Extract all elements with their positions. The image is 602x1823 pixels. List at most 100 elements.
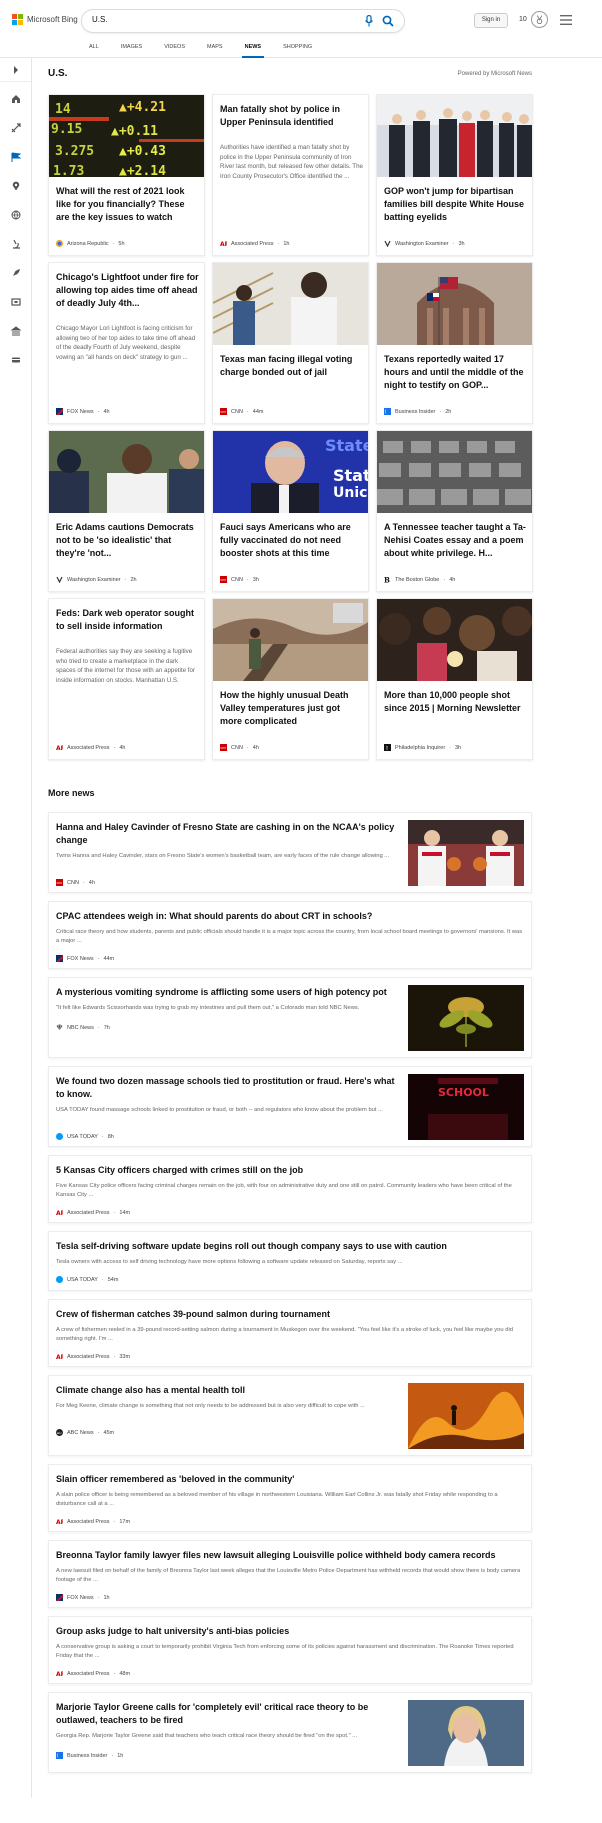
news-card[interactable]: More than 10,000 people shot since 2015 …	[376, 598, 533, 760]
item-headline[interactable]: Hanna and Haley Cavinder of Fresno State…	[56, 821, 396, 847]
abc-news-logo-icon: abc	[56, 1429, 63, 1436]
search-box[interactable]: U.S.	[82, 10, 404, 32]
news-list-item[interactable]: Crew of fisherman catches 39-pound salmo…	[48, 1299, 532, 1367]
powered-by-label[interactable]: Powered by Microsoft News	[458, 71, 532, 77]
bing-logo[interactable]: Microsoft Bing	[12, 14, 78, 25]
tab-all[interactable]: ALL	[89, 38, 99, 58]
item-headline[interactable]: 5 Kansas City officers charged with crim…	[56, 1164, 526, 1177]
location-pin-icon[interactable]	[11, 181, 21, 191]
item-source: AP Associated Press · 14m	[56, 1209, 131, 1217]
item-headline[interactable]: Breonna Taylor family lawyer files new l…	[56, 1549, 526, 1562]
card-source: AP Associated Press·1h	[220, 240, 290, 248]
source-name: FOX News	[67, 1594, 94, 1601]
news-list-item[interactable]: Breonna Taylor family lawyer files new l…	[48, 1540, 532, 1608]
wildfire-image	[408, 1383, 524, 1449]
item-source: AP Associated Press · 48m	[56, 1670, 130, 1678]
card-headline[interactable]: Fauci says Americans who are fully vacci…	[220, 521, 363, 560]
news-card[interactable]: State State Unic Fauci says Americans wh…	[212, 430, 369, 592]
news-card[interactable]: Texas man facing illegal voting charge b…	[212, 262, 369, 424]
entertainment-film-icon[interactable]	[11, 297, 21, 307]
card-source: I Business Insider · 2h	[384, 408, 451, 415]
world-globe-icon[interactable]	[11, 210, 21, 220]
card-headline[interactable]: A Tennessee teacher taught a Ta-Nehisi C…	[384, 521, 527, 560]
hamburger-menu-icon[interactable]	[560, 15, 572, 25]
item-headline[interactable]: Marjorie Taylor Greene calls for 'comple…	[56, 1701, 396, 1727]
time-ago: 1h	[103, 1594, 110, 1601]
microphone-icon[interactable]	[364, 15, 374, 27]
money-card-icon[interactable]	[11, 355, 21, 365]
sign-in-button[interactable]: Sign in	[474, 13, 508, 28]
card-source: cnn CNN · 3h	[220, 576, 259, 583]
sports-icon[interactable]	[11, 123, 21, 133]
item-headline[interactable]: Slain officer remembered as 'beloved in …	[56, 1473, 526, 1486]
news-list-item[interactable]: Tesla self-driving software update begin…	[48, 1231, 532, 1291]
tab-images[interactable]: IMAGES	[121, 38, 142, 58]
news-list-item[interactable]: Slain officer remembered as 'beloved in …	[48, 1464, 532, 1532]
news-list-item[interactable]: CPAC attendees weigh in: What should par…	[48, 901, 532, 969]
item-snippet: Twins Hanna and Haley Cavinder, stars on…	[56, 853, 390, 859]
item-headline[interactable]: Crew of fisherman catches 39-pound salmo…	[56, 1308, 526, 1321]
dot-separator: ·	[449, 744, 451, 751]
news-list-item[interactable]: A mysterious vomiting syndrome is afflic…	[48, 977, 532, 1058]
science-microscope-icon[interactable]	[11, 239, 21, 249]
item-source: FOX News · 1h	[56, 1594, 110, 1601]
source-name: The Boston Globe	[395, 576, 440, 583]
time-ago: 45m	[103, 1429, 115, 1436]
card-source: Washington Examiner · 3h	[384, 240, 465, 247]
card-headline[interactable]: Man fatally shot by police in Upper Peni…	[220, 103, 363, 129]
dot-separator: ·	[113, 744, 116, 751]
tab-shopping[interactable]: SHOPPING	[283, 38, 312, 58]
time-ago: 1h	[283, 240, 290, 247]
card-headline[interactable]: More than 10,000 people shot since 2015 …	[384, 689, 527, 715]
source-name: CNN	[231, 576, 243, 583]
search-icon[interactable]	[382, 15, 394, 27]
card-snippet: Federal authorities say they are seeking…	[56, 648, 195, 684]
time-ago: 14m	[119, 1209, 131, 1216]
news-card[interactable]: 14 ▲+4.21 9.15 ▲+0.11 3.275 ▲+0.43 1.73 ▲+2.…	[48, 94, 205, 256]
rewards-medal-icon[interactable]	[531, 11, 548, 28]
source-name: Associated Press	[67, 744, 110, 751]
home-icon[interactable]	[11, 94, 21, 104]
card-headline[interactable]: GOP won't jump for bipartisan families b…	[384, 185, 527, 224]
item-headline[interactable]: A mysterious vomiting syndrome is afflic…	[56, 986, 396, 999]
item-headline[interactable]: CPAC attendees weigh in: What should par…	[56, 910, 526, 923]
item-headline[interactable]: Tesla self-driving software update begin…	[56, 1240, 526, 1253]
news-card[interactable]: Feds: Dark web operator sought to sell i…	[48, 598, 205, 760]
tab-maps[interactable]: MAPS	[207, 38, 223, 58]
card-headline[interactable]: How the highly unusual Death Valley temp…	[220, 689, 363, 728]
news-card[interactable]: GOP won't jump for bipartisan families b…	[376, 94, 533, 256]
tab-news[interactable]: NEWS	[241, 38, 264, 58]
news-card[interactable]: How the highly unusual Death Valley temp…	[212, 598, 369, 760]
news-card[interactable]: Eric Adams cautions Democrats not to be …	[48, 430, 205, 592]
card-headline[interactable]: Texas man facing illegal voting charge b…	[220, 353, 363, 379]
technology-rocket-icon[interactable]	[11, 268, 21, 278]
associated-press-logo-icon: AP	[220, 241, 227, 247]
news-card[interactable]: A Tennessee teacher taught a Ta-Nehisi C…	[376, 430, 533, 592]
item-headline[interactable]: We found two dozen massage schools tied …	[56, 1075, 396, 1101]
news-list-item[interactable]: We found two dozen massage schools tied …	[48, 1066, 532, 1147]
news-card[interactable]: Chicago's Lightfoot under fire for allow…	[48, 262, 205, 424]
card-headline[interactable]: Chicago's Lightfoot under fire for allow…	[56, 271, 199, 310]
item-headline[interactable]: Climate change also has a mental health …	[56, 1384, 396, 1397]
news-list-item[interactable]: Climate change also has a mental health …	[48, 1375, 532, 1456]
news-card[interactable]: Man fatally shot by police in Upper Peni…	[212, 94, 369, 256]
card-headline[interactable]: Eric Adams cautions Democrats not to be …	[56, 521, 199, 560]
news-list-item[interactable]: Marjorie Taylor Greene calls for 'comple…	[48, 1692, 532, 1773]
item-headline[interactable]: Group asks judge to halt university's an…	[56, 1625, 526, 1638]
card-headline[interactable]: Feds: Dark web operator sought to sell i…	[56, 607, 199, 633]
cnn-logo-icon: cnn	[220, 576, 227, 583]
news-card[interactable]: Texans reportedly waited 17 hours and un…	[376, 262, 533, 424]
search-input[interactable]: U.S.	[92, 15, 108, 24]
tab-videos[interactable]: VIDEOS	[164, 38, 185, 58]
source-name: Philadelphia Inquirer	[395, 744, 446, 751]
news-list-item[interactable]: Hanna and Haley Cavinder of Fresno State…	[48, 812, 532, 893]
card-headline[interactable]: What will the rest of 2021 look like for…	[56, 185, 199, 224]
card-headline[interactable]: Texans reportedly waited 17 hours and un…	[384, 353, 527, 392]
politics-building-icon[interactable]	[11, 326, 21, 336]
svg-text:Unic: Unic	[333, 485, 367, 501]
time-ago: 17m	[119, 1518, 131, 1525]
news-list-item[interactable]: Group asks judge to halt university's an…	[48, 1616, 532, 1684]
news-list-item[interactable]: 5 Kansas City officers charged with crim…	[48, 1155, 532, 1223]
rail-expand-button[interactable]	[0, 58, 31, 82]
us-flag-icon[interactable]	[11, 152, 21, 162]
